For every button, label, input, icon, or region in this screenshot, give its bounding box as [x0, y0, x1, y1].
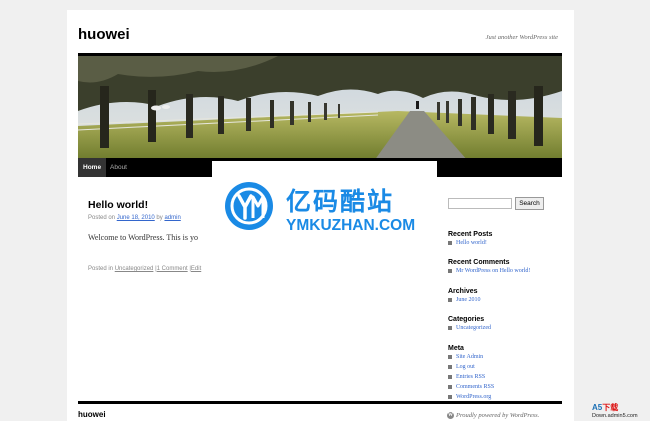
post-date-link[interactable]: June 18, 2010 [117, 215, 155, 221]
watermark-overlay: 亿码酷站 YMKUZHAN.COM [212, 161, 437, 248]
site-description: Just another WordPress site [485, 34, 558, 41]
meta-item-wordpress-org[interactable]: WordPress.org [448, 394, 491, 400]
bullet-icon [448, 240, 452, 245]
recent-posts-title: Recent Posts [448, 231, 493, 238]
meta-title: Meta [448, 345, 464, 352]
by-label: by [156, 215, 163, 221]
header-image [78, 53, 562, 161]
meta-item-entries-rss[interactable]: Entries RSS [448, 374, 485, 380]
post-utility: Posted in Uncategorized |1 Comment |Edit [88, 266, 201, 272]
recent-post-item[interactable]: Hello world! [448, 240, 487, 246]
wordpress-icon: W [447, 412, 454, 420]
bullet-icon [448, 297, 452, 302]
corner-mark-sub: Down.admin5.com [592, 413, 638, 419]
posted-in-label: Posted in [88, 266, 114, 272]
meta-item-site-admin[interactable]: Site Admin [448, 354, 483, 360]
meta-item-comments-rss[interactable]: Comments RSS [448, 384, 494, 390]
comments-link[interactable]: 1 Comment [157, 266, 188, 272]
bullet-icon [448, 374, 452, 379]
nav-item-about[interactable]: About [105, 158, 132, 177]
post-meta: Posted on June 18, 2010 by admin [88, 215, 181, 221]
site-title[interactable]: huowei [78, 26, 130, 43]
nav-item-home[interactable]: Home [78, 158, 107, 177]
powered-by[interactable]: W Proudly powered by WordPress. [447, 412, 539, 420]
watermark-chinese-text: 亿码酷站 [286, 188, 395, 216]
watermark-domain-text: YMKUZHAN.COM [286, 217, 416, 234]
footer-site-title[interactable]: huowei [78, 410, 106, 419]
post-title[interactable]: Hello world! [88, 199, 148, 211]
post-content: Welcome to WordPress. This is yo [88, 233, 198, 242]
footer-divider [78, 401, 562, 404]
edit-link[interactable]: Edit [191, 266, 201, 272]
post-author-link[interactable]: admin [164, 215, 180, 221]
category-link[interactable]: Uncategorized [115, 266, 154, 272]
recent-comment-item[interactable]: Mr WordPress on Hello world! [448, 268, 530, 274]
bullet-icon [448, 364, 452, 369]
archives-title: Archives [448, 288, 478, 295]
bullet-icon [448, 384, 452, 389]
bullet-icon [448, 394, 452, 399]
search-input[interactable] [448, 198, 512, 209]
recent-comments-title: Recent Comments [448, 259, 510, 266]
categories-title: Categories [448, 316, 485, 323]
bullet-icon [448, 325, 452, 330]
meta-item-log-out[interactable]: Log out [448, 364, 475, 370]
corner-mark-main: A5 [592, 403, 603, 412]
corner-mark-accent: 下载 [602, 403, 619, 412]
archive-item[interactable]: June 2010 [448, 297, 481, 303]
corner-watermark: A5下载 Down.admin5.com [592, 402, 642, 421]
posted-on-label: Posted on [88, 215, 116, 221]
watermark-logo-icon [225, 182, 273, 230]
search-button[interactable]: Search [515, 197, 544, 210]
bullet-icon [448, 354, 452, 359]
bullet-icon [448, 268, 452, 273]
category-item[interactable]: Uncategorized [448, 325, 491, 331]
